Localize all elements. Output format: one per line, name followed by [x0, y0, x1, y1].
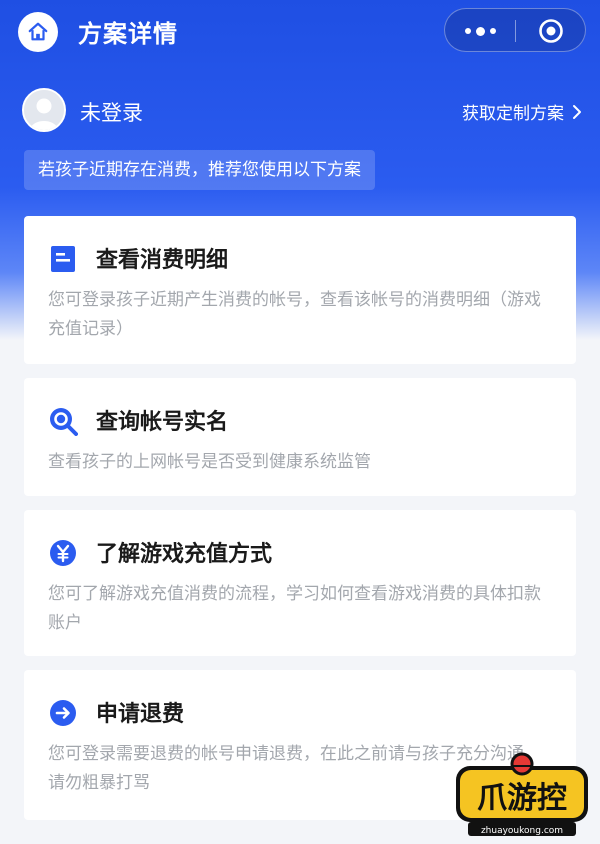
watermark-text: 爪游控	[477, 781, 567, 816]
get-custom-plan-link[interactable]: 获取定制方案	[462, 99, 582, 124]
more-dot-icon	[475, 26, 485, 36]
card-description: 您可登录孩子近期产生消费的帐号，查看该帐号的消费明细（游戏充值记录）	[48, 290, 541, 339]
card-query-real-name[interactable]: 查询帐号实名 查看孩子的上网帐号是否受到健康系统监管	[24, 378, 576, 496]
document-icon	[51, 246, 75, 272]
user-row: 未登录 获取定制方案	[22, 88, 582, 134]
site-watermark-logo: 爪游控 zhuayoukong.com	[456, 752, 588, 836]
get-custom-plan-label: 获取定制方案	[462, 104, 564, 124]
navigation-bar: 方案详情	[0, 0, 600, 64]
more-button[interactable]	[445, 9, 515, 53]
card-title: 申请退费	[96, 702, 185, 727]
magnifier-icon	[50, 408, 78, 436]
arrow-right-icon	[50, 700, 76, 726]
card-view-consumption-details[interactable]: 查看消费明细 您可登录孩子近期产生消费的帐号，查看该帐号的消费明细（游戏充值记录…	[24, 216, 576, 364]
card-description: 您可了解游戏充值消费的流程，学习如何查看游戏消费的具体扣款账户	[48, 584, 541, 633]
page-title: 方案详情	[78, 20, 178, 48]
avatar[interactable]	[22, 88, 66, 132]
recommendation-notice: 若孩子近期存在消费，推荐您使用以下方案	[24, 150, 375, 190]
default-avatar-icon	[24, 90, 64, 130]
more-dot-icon	[489, 28, 496, 34]
card-game-recharge-methods[interactable]: 了解游戏充值方式 您可了解游戏充值消费的流程，学习如何查看游戏消费的具体扣款账户	[24, 510, 576, 656]
close-button[interactable]	[516, 9, 586, 53]
home-icon	[28, 22, 48, 41]
card-title: 查询帐号实名	[96, 410, 229, 435]
mini-program-capsule	[444, 8, 586, 52]
chevron-right-icon	[573, 104, 581, 119]
target-close-icon	[539, 19, 563, 43]
card-description: 查看孩子的上网帐号是否受到健康系统监管	[48, 452, 371, 472]
home-button[interactable]	[18, 12, 58, 52]
more-dot-icon	[464, 28, 471, 34]
card-title: 了解游戏充值方式	[96, 542, 273, 567]
watermark-domain: zhuayoukong.com	[481, 826, 563, 836]
yen-icon	[50, 540, 76, 566]
login-status[interactable]: 未登录	[80, 97, 143, 127]
card-title: 查看消费明细	[96, 248, 229, 273]
